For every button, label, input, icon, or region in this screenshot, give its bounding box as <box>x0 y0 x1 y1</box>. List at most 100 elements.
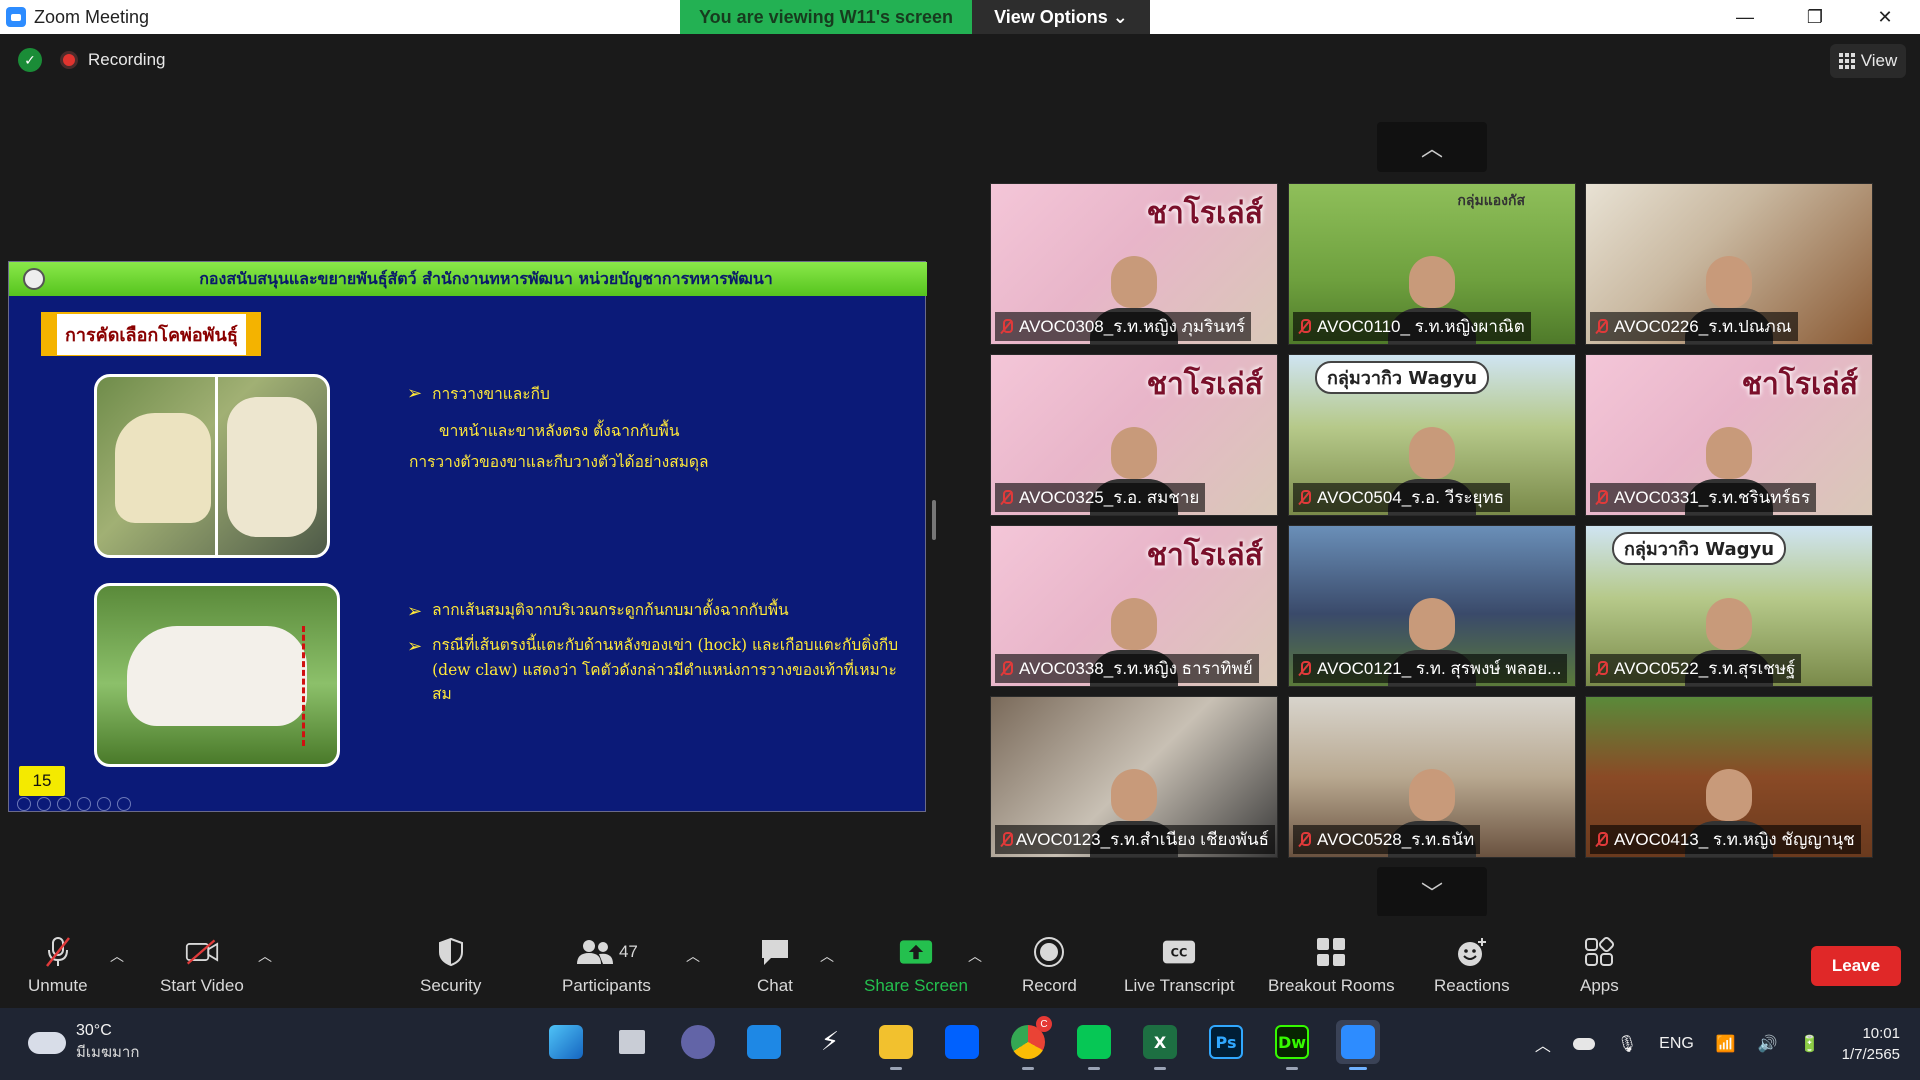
virtual-background-sign: ชาโรเล่ส์ <box>1741 367 1858 402</box>
muted-mic-icon <box>1594 489 1608 506</box>
microphone-icon[interactable]: 🎙 <box>1617 1034 1637 1054</box>
wifi-icon[interactable]: 📶 <box>1716 1034 1736 1054</box>
restore-button[interactable]: ❐ <box>1780 0 1850 34</box>
participants-options-caret[interactable]: ︿ <box>686 946 700 966</box>
chat-options-caret[interactable]: ︿ <box>820 946 834 966</box>
teams-chat-button[interactable] <box>676 1020 720 1064</box>
muted-mic-icon <box>999 831 1013 848</box>
cattle-photo-legs <box>94 374 330 558</box>
photoshop-icon: Ps <box>1209 1025 1243 1059</box>
recording-indicator[interactable]: Recording <box>60 50 166 70</box>
mail-icon <box>747 1025 781 1059</box>
taskbar-clock[interactable]: 10:01 1/7/2565 <box>1842 1023 1900 1065</box>
participant-tile[interactable]: ชาโรเล่ส์ AVOC0325_ร.อ. สมชาย <box>990 354 1278 516</box>
virtual-background-sign: กลุ่มวากิว Wagyu <box>1612 532 1787 565</box>
participant-name-label: AVOC0331_ร.ท.ชรินทร์ธร <box>1590 483 1817 512</box>
video-options-caret[interactable]: ︿ <box>258 946 272 966</box>
excel-button[interactable]: X <box>1138 1020 1182 1070</box>
participant-tile[interactable]: ชาโรเล่ส์ AVOC0308_ร.ท.หญิง ภุมรินทร์ <box>990 183 1278 345</box>
panel-splitter-handle[interactable] <box>932 500 936 540</box>
gallery-prev-button[interactable]: ︿ <box>1377 122 1487 172</box>
line-button[interactable] <box>1072 1020 1116 1070</box>
participant-name-label: AVOC0226_ร.ท.ปณภณ <box>1590 312 1798 341</box>
participant-name: AVOC0522_ร.ท.สุรเชษฐ์ <box>1614 659 1796 678</box>
dropbox-button[interactable] <box>940 1020 984 1064</box>
chevron-up-icon[interactable]: ︿ <box>1535 1032 1551 1056</box>
chrome-button[interactable]: C <box>1006 1016 1052 1070</box>
language-indicator[interactable]: ENG <box>1659 1035 1694 1053</box>
participant-name-label: AVOC0121_ ร.ท. สุรพงษ์ พลอย... <box>1293 654 1568 683</box>
start-video-button[interactable]: Start Video <box>160 936 244 996</box>
clock-time: 10:01 <box>1862 1025 1900 1042</box>
record-button[interactable]: Record <box>1022 936 1077 996</box>
apps-button[interactable]: Apps <box>1580 936 1619 996</box>
start-button[interactable] <box>544 1020 588 1064</box>
recording-label: Recording <box>88 50 166 69</box>
security-label: Security <box>420 976 482 995</box>
system-tray: ︿ 🎙 ENG 📶 🔊 🔋 10:01 1/7/2565 <box>1535 1008 1900 1080</box>
breakout-rooms-button[interactable]: Breakout Rooms <box>1268 936 1395 996</box>
participant-tile[interactable]: AVOC0413_ ร.ท.หญิง ชัญญานุช <box>1585 696 1873 858</box>
participants-icon: 47 <box>571 936 641 968</box>
bullet-text: ลากเส้นสมมุติจากบริเวณกระดูกก้นกบมาตั้งฉ… <box>432 601 789 619</box>
share-options-caret[interactable]: ︿ <box>968 946 982 966</box>
participant-name: AVOC0528_ร.ท.ธนัท <box>1317 830 1475 849</box>
volume-icon[interactable]: 🔊 <box>1758 1034 1778 1054</box>
participant-tile[interactable]: ชาโรเล่ส์ AVOC0338_ร.ท.หญิง ธาราทิพย์ <box>990 525 1278 687</box>
folder-icon <box>879 1025 913 1059</box>
window-controls: — ❐ ✕ <box>1710 0 1920 34</box>
gallery-next-button[interactable]: ﹀ <box>1377 867 1487 917</box>
minimize-button[interactable]: — <box>1710 0 1780 34</box>
participant-tile[interactable]: AVOC0123_ร.ท.สำเนียง เชียงพันธ์ <box>990 696 1278 858</box>
virtual-background-sign: กลุ่มแองกัส <box>1457 193 1525 209</box>
window-title: Zoom Meeting <box>34 6 150 27</box>
participant-name-label: AVOC0123_ร.ท.สำเนียง เชียงพันธ์ <box>995 825 1275 854</box>
view-options-button[interactable]: View Options ⌄ <box>972 0 1150 34</box>
meeting-info: ✓ Recording <box>18 48 166 72</box>
slide-bullets-bottom: ➢ ลากเส้นสมมุติจากบริเวณกระดูกก้นกบมาตั้ง… <box>407 598 907 713</box>
photoshop-button[interactable]: Ps <box>1204 1020 1248 1064</box>
breakout-rooms-icon <box>1314 936 1348 968</box>
chat-button[interactable]: Chat <box>757 936 793 996</box>
unmute-button[interactable]: Unmute <box>28 936 88 996</box>
muted-mic-icon <box>1297 660 1311 677</box>
meeting-toolbar: Unmute ︿ Start Video ︿ Security 47 Parti… <box>0 916 1920 1008</box>
audio-options-caret[interactable]: ︿ <box>110 946 124 966</box>
security-button[interactable]: Security <box>420 936 481 996</box>
encryption-shield-icon[interactable]: ✓ <box>18 48 42 72</box>
app-button[interactable]: ⚡ <box>808 1020 852 1064</box>
dreamweaver-button[interactable]: Dw <box>1270 1020 1314 1070</box>
excel-icon: X <box>1143 1025 1177 1059</box>
share-screen-icon <box>899 936 933 968</box>
task-view-button[interactable] <box>610 1020 654 1064</box>
participant-tile[interactable]: AVOC0226_ร.ท.ปณภณ <box>1585 183 1873 345</box>
participant-tile[interactable]: กลุ่มวากิว Wagyu AVOC0522_ร.ท.สุรเชษฐ์ <box>1585 525 1873 687</box>
participant-name-label: AVOC0325_ร.อ. สมชาย <box>995 483 1206 512</box>
virtual-background-sign: ชาโรเล่ส์ <box>1146 367 1263 402</box>
task-view-icon <box>619 1030 645 1054</box>
participant-tile[interactable]: AVOC0121_ ร.ท. สุรพงษ์ พลอย... <box>1288 525 1576 687</box>
slide-header: กองสนับสนุนและขยายพันธุ์สัตว์ สำนักงานทห… <box>9 262 927 296</box>
participant-tile[interactable]: กลุ่มวากิว Wagyu AVOC0504_ร.อ. วีระยุทธ <box>1288 354 1576 516</box>
participants-button[interactable]: 47 Participants <box>562 936 651 996</box>
participant-name-label: AVOC0522_ร.ท.สุรเชษฐ์ <box>1590 654 1802 683</box>
weather-condition: มีเมฆมาก <box>76 1044 140 1061</box>
file-explorer-button[interactable] <box>874 1020 918 1070</box>
participant-tile[interactable]: กลุ่มแองกัส AVOC0110_ ร.ท.หญิงผาณิต <box>1288 183 1576 345</box>
participant-tile[interactable]: AVOC0528_ร.ท.ธนัท <box>1288 696 1576 858</box>
reactions-button[interactable]: Reactions <box>1434 936 1510 996</box>
participant-name-label: AVOC0338_ร.ท.หญิง ธาราทิพย์ <box>995 654 1259 683</box>
battery-icon[interactable]: 🔋 <box>1800 1034 1820 1054</box>
weather-widget[interactable]: 30°C มีเมฆมาก <box>28 1022 139 1064</box>
mail-button[interactable] <box>742 1020 786 1064</box>
zoom-taskbar-button[interactable] <box>1336 1020 1380 1070</box>
share-screen-button[interactable]: Share Screen <box>864 936 968 996</box>
view-button[interactable]: View <box>1830 44 1906 78</box>
close-button[interactable]: ✕ <box>1850 0 1920 34</box>
leave-button[interactable]: Leave <box>1811 946 1901 986</box>
participant-tile[interactable]: ชาโรเล่ส์ AVOC0331_ร.ท.ชรินทร์ธร <box>1585 354 1873 516</box>
participant-name-label: AVOC0110_ ร.ท.หญิงผาณิต <box>1293 312 1531 341</box>
live-transcript-button[interactable]: CC Live Transcript <box>1124 936 1235 996</box>
onedrive-cloud-icon[interactable] <box>1572 1038 1595 1050</box>
cloud-icon <box>28 1032 66 1054</box>
